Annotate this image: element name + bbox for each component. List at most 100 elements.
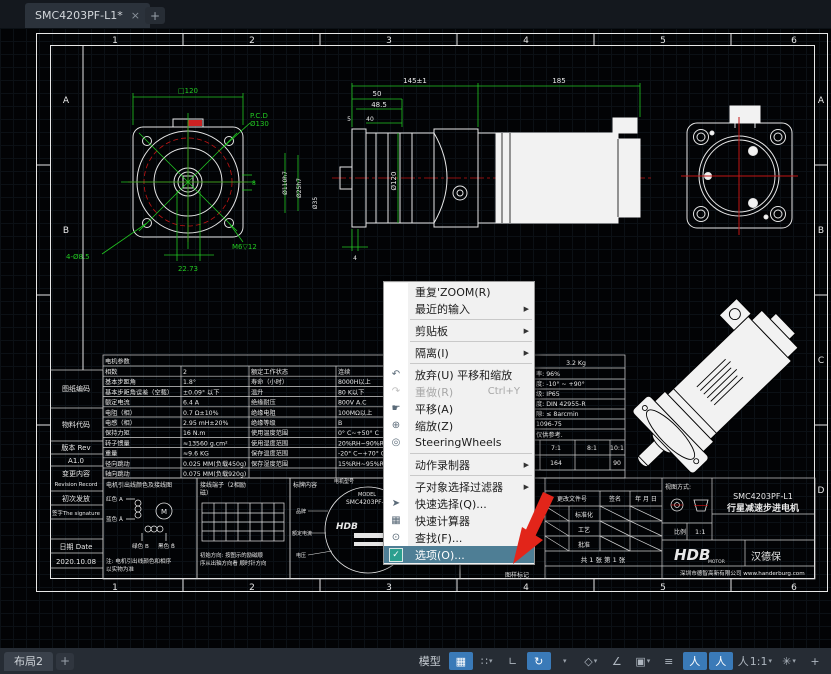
object-snap-button[interactable]: ▣▾ [631, 652, 655, 670]
blank-icon [384, 283, 408, 300]
annotation-autoscale-icon: 人 [715, 653, 726, 669]
snap-toggle-button[interactable]: ∷▾ [475, 652, 499, 670]
svg-text:标准化: 标准化 [575, 511, 593, 519]
svg-text:级: IP65: 级: IP65 [536, 390, 560, 398]
polar-caret-button[interactable]: ▾ [553, 652, 577, 670]
svg-text:行星减速步进电机: 行星减速步进电机 [726, 502, 799, 514]
caret-down-icon: ▾ [792, 657, 796, 665]
svg-text:转子惯量: 转子惯量 [105, 439, 130, 447]
svg-text:年 月 日: 年 月 日 [635, 495, 657, 503]
layout-tab[interactable]: 布局2 [4, 652, 53, 671]
svg-text:6.4 A: 6.4 A [183, 400, 200, 407]
model-space-button[interactable]: 模型 [413, 652, 447, 670]
submenu-arrow-icon: ▶ [524, 349, 529, 357]
motor-parameter-table: 电机参数 相数2额定工作状态连续 基本步距角1.8°寿命（小时）8000H以上 … [103, 355, 425, 478]
svg-text:使用湿度范围: 使用湿度范围 [251, 439, 288, 447]
svg-text:5: 5 [347, 116, 351, 123]
svg-text:度: DIN 42955-R: 度: DIN 42955-R [536, 400, 586, 408]
svg-text:8: 8 [252, 180, 256, 187]
new-tab-button[interactable]: + [145, 7, 165, 24]
caret-down-icon: ▾ [647, 657, 651, 665]
grid-icon: ▦ [456, 655, 466, 668]
svg-text:电感（相）: 电感（相） [105, 419, 136, 427]
svg-text:额定工作状态: 额定工作状态 [251, 368, 288, 376]
svg-text:0.025 MM(负载450g): 0.025 MM(负载450g) [183, 460, 246, 468]
customization-gear-button[interactable]: ✳▾ [777, 652, 801, 670]
svg-text:绝缘电阻: 绝缘电阻 [251, 409, 276, 417]
svg-text:初次发放: 初次发放 [62, 494, 90, 503]
osnap-icon: ▣ [635, 655, 645, 668]
ortho-toggle-button[interactable]: ∟ [501, 652, 525, 670]
object-snap-tracking-button[interactable]: ∠ [605, 652, 629, 670]
annotation-visibility-button[interactable]: 人 [683, 652, 707, 670]
document-tab[interactable]: SMC4203PF-L1* × [25, 3, 150, 28]
document-tab-label: SMC4203PF-L1* [35, 9, 123, 22]
svg-text:接线端子（2相励: 接线端子（2相励 [200, 481, 246, 489]
svg-text:D: D [818, 486, 825, 496]
svg-text:1: 1 [112, 583, 118, 592]
polar-tracking-icon: ↻ [534, 655, 543, 668]
submenu-arrow-icon: ▶ [524, 327, 529, 335]
svg-text:185: 185 [552, 77, 565, 85]
menu-item-action-recorder[interactable]: 动作录制器▶ [384, 456, 534, 473]
tab-close-icon[interactable]: × [131, 9, 140, 22]
svg-text:A: A [818, 96, 825, 106]
svg-text:重量: 重量 [105, 450, 117, 458]
svg-text:隙: ≤ 8arcmin: 隙: ≤ 8arcmin [536, 410, 579, 418]
menu-item-zoom[interactable]: ⊕缩放(Z) [384, 417, 534, 434]
svg-text:5: 5 [660, 36, 666, 46]
ortho-icon: ∟ [508, 655, 517, 668]
options-check-icon: ✓ [389, 548, 403, 562]
svg-text:Ø25h7: Ø25h7 [296, 178, 303, 198]
menu-item-isolate[interactable]: 隔离(I)▶ [384, 344, 534, 361]
menu-item-steeringwheels[interactable]: ◎SteeringWheels [384, 434, 534, 451]
svg-text:100MΩ以上: 100MΩ以上 [338, 409, 372, 417]
svg-text:□120: □120 [178, 87, 198, 95]
lineweight-button[interactable]: ≡ [657, 652, 681, 670]
svg-text:1: 1 [112, 36, 118, 46]
new-layout-button[interactable]: + [56, 653, 74, 670]
isodraft-button[interactable]: ◇▾ [579, 652, 603, 670]
svg-text:更改文件号: 更改文件号 [557, 495, 587, 503]
svg-text:深圳市德智高新有限公司 www.handerburg.com: 深圳市德智高新有限公司 www.handerburg.com [680, 569, 805, 577]
svg-text:B: B [338, 420, 342, 427]
svg-text:物料代码: 物料代码 [62, 420, 90, 429]
svg-text:10:1: 10:1 [610, 445, 624, 452]
terminal-cell: 接线端子（2相励 磁） 初始方向: 按图示的励磁顺 序从出轴方向看 顺时针方向 [197, 478, 290, 579]
isometric-view [605, 286, 817, 495]
polar-tracking-button[interactable]: ↻ [527, 652, 551, 670]
svg-text:Ø110h7: Ø110h7 [282, 171, 289, 195]
gear-icon: ✳ [782, 655, 791, 668]
svg-text:22.73: 22.73 [178, 265, 198, 273]
annotation-autoscale-button[interactable]: 人 [709, 652, 733, 670]
svg-text:序从出轴方向看 顺时针方向: 序从出轴方向看 顺时针方向 [200, 559, 266, 567]
svg-text:基本步距角误差（空载）: 基本步距角误差（空载） [105, 388, 173, 396]
svg-text:-20° C~+70° C: -20° C~+70° C [338, 450, 385, 458]
svg-text:以实物为准: 以实物为准 [106, 565, 134, 573]
menu-item-recent-input[interactable]: 最近的输入▶ [384, 300, 534, 317]
svg-text:≈9.6 KG: ≈9.6 KG [183, 451, 209, 458]
svg-text:蓝色 Ā: 蓝色 Ā [106, 515, 123, 523]
menu-item-clipboard[interactable]: 剪贴板▶ [384, 322, 534, 339]
menu-item-repeat-zoom[interactable]: 重复'ZOOM(R) [384, 283, 534, 300]
grid-toggle-button[interactable]: ▦ [449, 652, 473, 670]
svg-text:1:1: 1:1 [695, 528, 705, 536]
svg-text:黑色 B̄: 黑色 B̄ [158, 542, 175, 550]
svg-text:使用温度范围: 使用温度范围 [251, 429, 288, 437]
svg-text:电机引出线颜色及接线图: 电机引出线颜色及接线图 [106, 481, 172, 489]
svg-text:温升: 温升 [251, 388, 263, 396]
undo-icon: ↶ [384, 366, 408, 383]
status-bar-plus-button[interactable]: + [803, 652, 827, 670]
isodraft-icon: ◇ [584, 655, 592, 668]
annotation-scale-button[interactable]: 人1:1▾ [735, 652, 775, 670]
svg-text:A1.0: A1.0 [68, 457, 84, 465]
svg-text:额定电流: 额定电流 [292, 530, 312, 537]
svg-text:额定电流: 额定电流 [105, 399, 130, 407]
find-icon: ⊙ [384, 529, 408, 546]
svg-text:C: C [818, 356, 824, 366]
redo-icon: ↷ [384, 383, 408, 400]
menu-item-pan[interactable]: ☛平移(A) [384, 400, 534, 417]
menu-item-undo[interactable]: ↶放弃(U) 平移和缩放 [384, 366, 534, 383]
otrack-icon: ∠ [612, 655, 622, 668]
svg-text:145±1: 145±1 [403, 77, 427, 85]
